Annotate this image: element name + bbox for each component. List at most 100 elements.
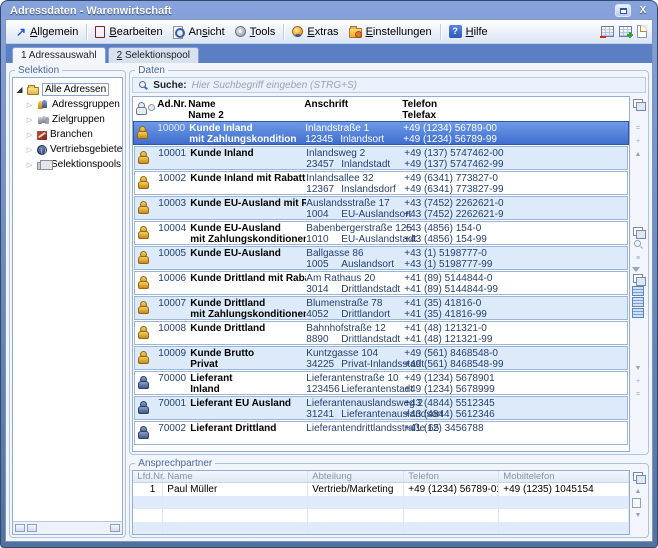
expand-icon[interactable]: ▷ <box>25 101 34 109</box>
list-view-2-icon[interactable] <box>632 297 644 307</box>
cell-telefon: +49 (6341) 773827-0+49 (6341) 773827-99 <box>404 172 627 195</box>
list-view-1-icon[interactable] <box>632 286 644 296</box>
gear-icon <box>235 26 246 37</box>
filter-icon[interactable] <box>632 267 640 272</box>
tab-1[interactable]: 1 Adressauswahl <box>12 47 106 63</box>
cell-adnr: 10005 <box>158 247 188 270</box>
scroll-down-icon[interactable]: ▼ <box>632 509 645 521</box>
copy-view-icon[interactable] <box>632 273 645 285</box>
table-remove-icon[interactable] <box>601 26 614 37</box>
expand-icon[interactable]: ▷ <box>25 146 34 154</box>
kunde-icon <box>138 151 147 163</box>
window-restore-button[interactable] <box>615 4 631 17</box>
contact-side-toolbar: ▲▼ <box>630 470 646 535</box>
table-row[interactable]: 10001Kunde Inland Inlandsweg 223457Inlan… <box>134 146 628 170</box>
menu-item-bearbeiten[interactable]: Bearbeiten <box>90 24 167 40</box>
footer-button-2[interactable] <box>27 524 37 532</box>
close-button[interactable]: X <box>635 4 651 17</box>
help-icon: ? <box>449 25 462 38</box>
menu-item-allgemein[interactable]: ↗Allgemein <box>11 24 83 40</box>
menu-separator <box>86 24 87 40</box>
table-add-icon[interactable] <box>619 26 632 37</box>
menu-item-einstellungen[interactable]: Einstellungen <box>344 24 437 40</box>
scroll-down-icon[interactable]: ▼ <box>632 362 645 374</box>
sidebar-item-branchen[interactable]: ▷ Branchen <box>15 127 122 142</box>
scroll-up-icon[interactable]: ▲ <box>632 485 645 497</box>
kunde-icon <box>138 351 147 363</box>
search-icon <box>138 80 148 90</box>
contact-empty-row[interactable] <box>133 509 629 522</box>
column-chooser-icon[interactable] <box>632 471 645 483</box>
scroll-up-icon[interactable]: ▲ <box>632 148 645 160</box>
table-row[interactable]: 10007Kunde Drittlandmit Zahlungskonditio… <box>134 296 628 320</box>
tab-2[interactable]: 2 Selektionspool <box>108 47 199 63</box>
cell-anschrift: Inlandsweg 223457Inlandstadt <box>306 147 404 170</box>
selektion-panel: Selektion ◢Alle Adressen▷Adressgruppen▷Z… <box>9 65 126 538</box>
add-icon[interactable]: + <box>632 375 645 387</box>
sort-icon[interactable]: ≡ <box>632 252 645 264</box>
cell-adnr: 70002 <box>158 422 188 444</box>
table-row[interactable]: 70001Lieferant EU Ausland Lieferantenaus… <box>134 396 628 420</box>
col-telefon: Telefon <box>402 99 629 110</box>
table-row[interactable]: 70002Lieferant Drittland Lieferantendrit… <box>134 421 628 445</box>
table-row[interactable]: 70000LieferantInlandLieferantenstraße 10… <box>134 371 628 395</box>
col-telefax: Telefax <box>402 110 629 121</box>
menu-item-tools[interactable]: Tools <box>230 24 281 40</box>
pager-icon[interactable] <box>632 498 641 508</box>
sidebar-item-alle adressen[interactable]: ◢Alle Adressen <box>15 82 122 97</box>
list-view-3-icon[interactable] <box>632 308 644 318</box>
cell-adnr: 10000 <box>157 122 187 145</box>
menu-item-label: Einstellungen <box>366 26 432 38</box>
menu-item-hilfe[interactable]: ?Hilfe <box>444 23 493 40</box>
table-row[interactable]: 10004Kunde EU-Auslandmit Zahlungskonditi… <box>134 221 628 245</box>
new-document-icon[interactable] <box>637 25 647 38</box>
fit-height-icon[interactable]: = <box>632 388 645 400</box>
menu-item-label: Extras <box>307 26 338 38</box>
table-row[interactable]: 10008Kunde Drittland Bahnhofstraße 12889… <box>134 321 628 345</box>
add-icon[interactable]: + <box>632 135 645 147</box>
collapse-icon[interactable]: ◢ <box>15 85 24 94</box>
contact-empty-row[interactable] <box>133 496 629 509</box>
address-table-header[interactable]: Ad.Nr. Name Name 2 Anschrift Telefon Tel… <box>133 97 629 121</box>
menu-item-extras[interactable]: Extras <box>287 24 343 40</box>
contact-cell: Paul Müller <box>163 483 308 496</box>
selektion-tree: ◢Alle Adressen▷Adressgruppen▷Zielgruppen… <box>12 77 123 535</box>
sidebar-item-zielgruppen[interactable]: ▷Zielgruppen <box>15 112 122 127</box>
table-row[interactable]: 10000Kunde Inlandmit ZahlungskonditionIn… <box>133 121 629 145</box>
footer-button-1[interactable] <box>15 524 25 532</box>
zoom-icon[interactable] <box>632 239 645 251</box>
cell-anschrift: Inlandsallee 3212367Inslandsdorf <box>306 172 404 195</box>
table-row[interactable]: 10009Kunde BruttoPrivatKuntzgasse 104342… <box>134 346 628 370</box>
col-name2: Name 2 <box>188 110 304 121</box>
table-row[interactable]: 10006Kunde Drittland mit Rabatt Am Ratha… <box>134 271 628 295</box>
sidebar-item-selektionspools[interactable]: ▷Selektionspools <box>15 157 122 172</box>
table-row[interactable]: 10005Kunde EU-Ausland Ballgasse 861005Au… <box>134 246 628 270</box>
expand-icon[interactable]: ▷ <box>25 161 34 169</box>
expand-icon[interactable]: ▷ <box>25 116 34 124</box>
contact-empty-row[interactable] <box>133 522 629 535</box>
column-chooser-icon[interactable] <box>632 98 645 110</box>
titlebar[interactable]: Adressdaten - Warenwirtschaft X <box>5 2 653 19</box>
cell-telefon: +43 (4844) 5512345+43 (4844) 5612346 <box>404 397 627 420</box>
app-window: Adressdaten - Warenwirtschaft X ↗Allgeme… <box>0 0 658 548</box>
table-row[interactable]: 10002Kunde Inland mit Rabatt Inlandsalle… <box>134 171 628 195</box>
menu-item-ansicht[interactable]: Ansicht <box>168 24 230 40</box>
card-view-icon[interactable] <box>632 226 645 238</box>
search-input[interactable] <box>192 80 640 91</box>
footer-resize-icon[interactable] <box>110 524 120 532</box>
table-row[interactable]: 10003Kunde EU-Ausland mit Rabatt Ausland… <box>134 196 628 220</box>
sidebar-item-adressgruppen[interactable]: ▷Adressgruppen <box>15 97 122 112</box>
fit-width-icon[interactable]: = <box>632 122 645 134</box>
contact-table-header[interactable]: Lfd.Nr.NameAbteilungTelefonMobiltelefon <box>133 471 629 483</box>
contact-table: Lfd.Nr.NameAbteilungTelefonMobiltelefon … <box>132 470 630 535</box>
sidebar-item-vertriebsgebiete[interactable]: ▷Vertriebsgebiete <box>15 142 122 157</box>
cell-telefon: +41 (48) 121321-0+41 (48) 121321-99 <box>404 322 627 345</box>
cell-spacer <box>149 297 158 320</box>
contact-col-name: Name <box>163 471 308 482</box>
tree-item-label: Branchen <box>50 129 93 140</box>
edit-book-icon <box>95 26 105 38</box>
cell-anschrift: Blumenstraße 784052Drittlandort <box>306 297 404 320</box>
expand-icon[interactable]: ▷ <box>25 131 34 139</box>
contact-row[interactable]: 1Paul MüllerVertrieb/Marketing+49 (1234)… <box>133 483 629 496</box>
cell-name: Kunde Drittlandmit Zahlungskonditionen <box>188 297 306 320</box>
